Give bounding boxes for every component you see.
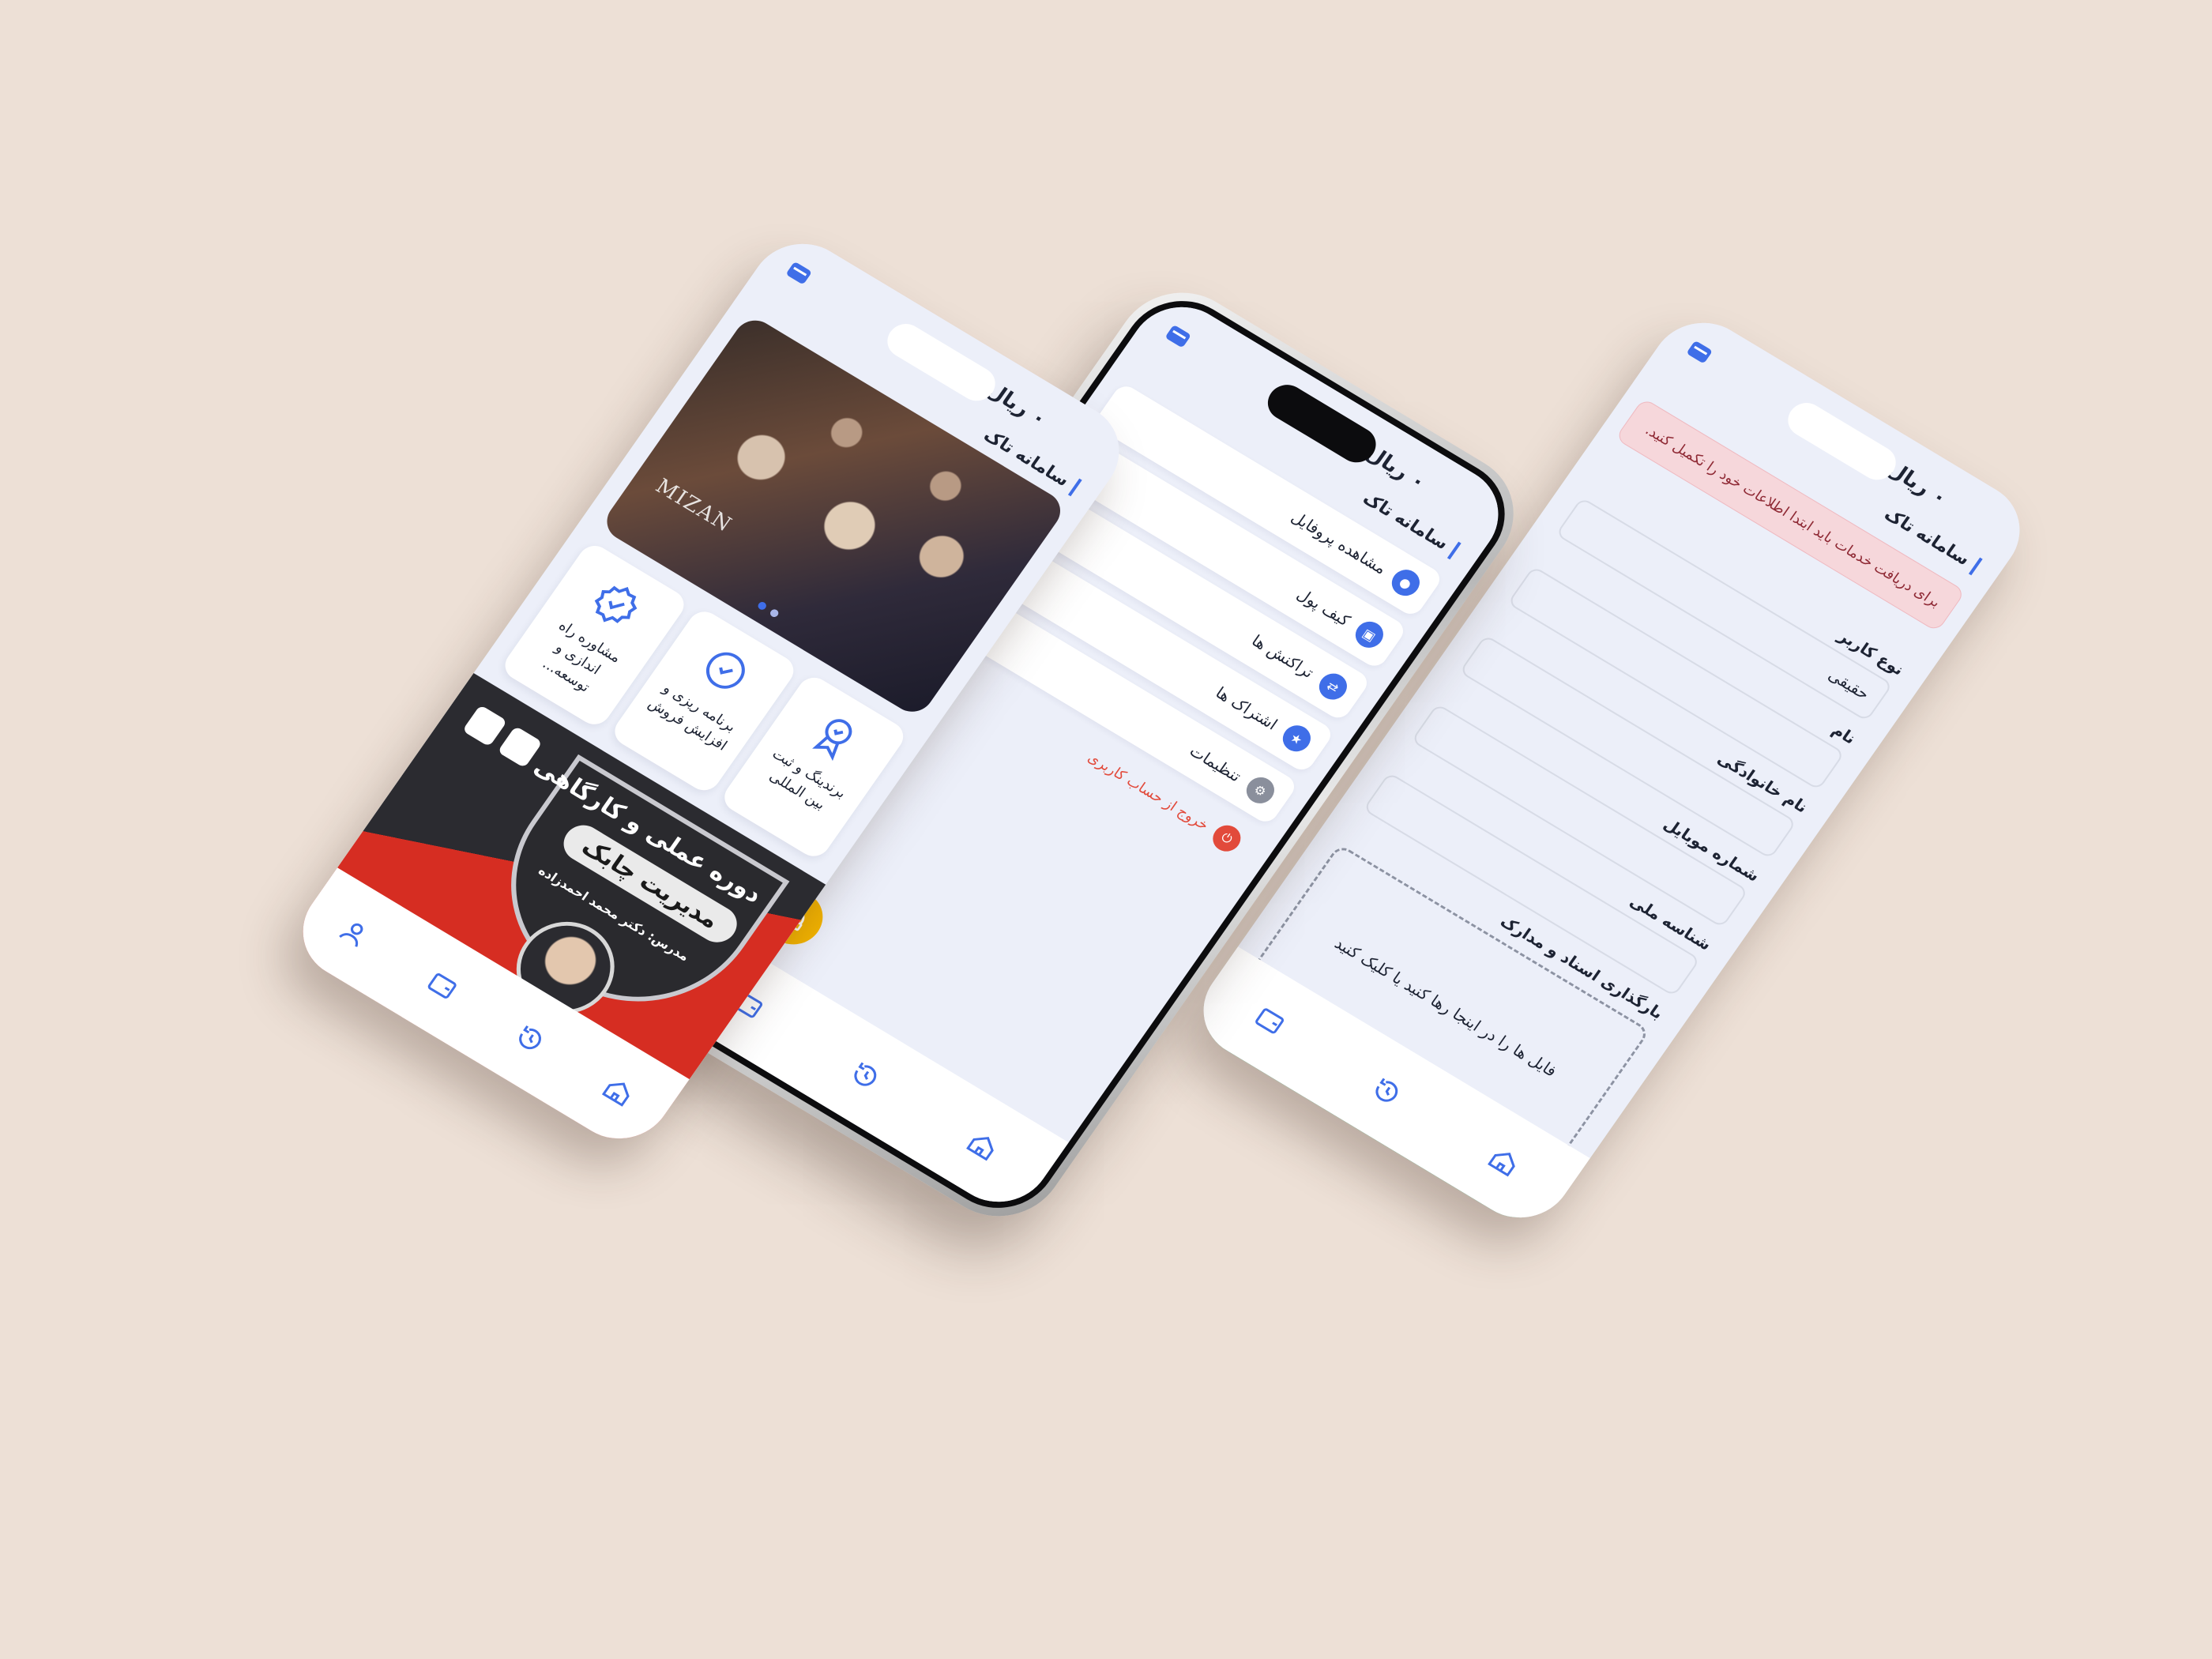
partner-logo xyxy=(497,725,543,769)
nav-wallet[interactable] xyxy=(1244,998,1294,1044)
menu-item-label: کیف پول xyxy=(1293,584,1354,630)
wallet-icon[interactable] xyxy=(785,261,813,285)
menu-item-label: تنظیمات xyxy=(1186,741,1245,786)
logout-icon: ⏻ xyxy=(1207,820,1247,856)
mockup-scene: ۰ ریال سامانه تاک برای دریافت خدمات باید… xyxy=(0,0,2212,1659)
badge-check-icon xyxy=(705,652,745,689)
ribbon-award-icon xyxy=(812,719,852,762)
transaction-icon: ⇄ xyxy=(1314,668,1352,705)
home-icon xyxy=(966,1137,995,1161)
user-icon xyxy=(339,923,363,947)
history-icon xyxy=(1375,1078,1398,1102)
nav-history[interactable] xyxy=(1362,1068,1412,1115)
wallet-icon xyxy=(1255,1008,1284,1034)
nav-wallet[interactable] xyxy=(417,963,467,1010)
nav-profile[interactable] xyxy=(329,910,379,957)
nav-home[interactable] xyxy=(1479,1138,1529,1185)
banner-logos xyxy=(461,705,543,769)
nav-history[interactable] xyxy=(506,1016,555,1063)
nav-history[interactable] xyxy=(841,1052,890,1099)
wallet-icon: ▣ xyxy=(1350,616,1389,653)
menu-item-label: اشتراک ها xyxy=(1212,683,1281,734)
wallet-icon[interactable] xyxy=(1164,324,1192,348)
nav-home[interactable] xyxy=(957,1123,1007,1169)
history-icon xyxy=(854,1062,877,1086)
gear-icon: ⚙ xyxy=(1241,772,1280,809)
verified-check-icon xyxy=(594,585,638,623)
wallet-icon xyxy=(427,973,457,999)
home-icon xyxy=(601,1082,630,1107)
nav-home[interactable] xyxy=(593,1069,643,1115)
subscription-icon: ★ xyxy=(1277,720,1316,757)
wallet-icon[interactable] xyxy=(1686,340,1714,364)
history-icon xyxy=(519,1025,541,1050)
user-icon: ● xyxy=(1386,564,1425,601)
home-icon xyxy=(1488,1153,1516,1177)
menu-item-label: تراکنش ها xyxy=(1248,630,1318,682)
partner-logo xyxy=(461,705,508,747)
